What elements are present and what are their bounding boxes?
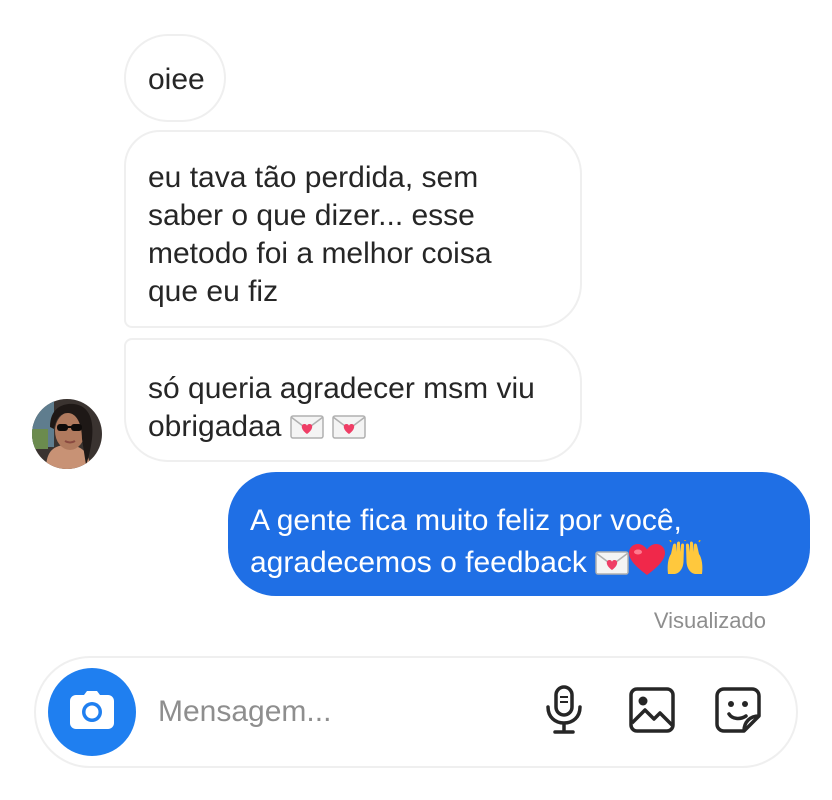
microphone-icon — [544, 684, 584, 740]
camera-button[interactable] — [48, 668, 136, 756]
message-text-line: eu tava tão perdida, sem — [148, 161, 479, 194]
message-composer — [34, 656, 798, 768]
love-letter-emoji — [332, 412, 366, 450]
incoming-message-bubble[interactable]: eu tava tão perdida, sem saber o que diz… — [124, 130, 582, 328]
message-text: oiee — [148, 63, 205, 96]
message-text: agradecemos o feedback — [250, 546, 587, 579]
seen-status: Visualizado — [653, 608, 766, 633]
incoming-message-bubble[interactable]: só queria agradecer msm viu obrigadaa — [124, 338, 582, 462]
message-text-line-with-emoji: obrigadaa — [148, 408, 558, 450]
love-letter-emoji — [595, 548, 629, 586]
red-heart-emoji — [629, 544, 666, 586]
message-text-line: A gente fica muito feliz por você, — [250, 504, 682, 537]
sticker-button[interactable] — [712, 686, 764, 738]
message-text-line: metodo foi a melhor coisa — [148, 237, 492, 270]
voice-message-button[interactable] — [538, 684, 590, 740]
message-text-line: saber o que dizer... esse — [148, 199, 475, 232]
camera-icon — [70, 690, 114, 734]
sticker-icon — [714, 686, 762, 739]
outgoing-message-bubble[interactable]: A gente fica muito feliz por você, agrad… — [228, 472, 810, 596]
message-text: obrigadaa — [148, 410, 282, 443]
raising-hands-emoji — [665, 539, 705, 586]
message-text-line: só queria agradecer msm viu — [148, 372, 535, 405]
message-input[interactable] — [158, 688, 498, 736]
message-text-line-with-emoji: agradecemos o feedback — [250, 539, 788, 586]
gallery-icon — [629, 686, 675, 738]
incoming-message-bubble[interactable]: oiee — [124, 34, 226, 122]
love-letter-emoji — [290, 412, 324, 450]
avatar[interactable] — [32, 399, 102, 469]
gallery-button[interactable] — [626, 686, 678, 738]
message-text-line: que eu fiz — [148, 275, 279, 308]
